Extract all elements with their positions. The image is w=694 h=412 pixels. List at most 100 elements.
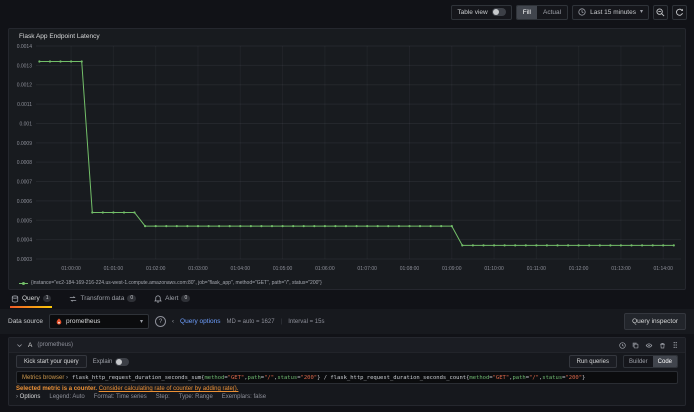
explain-label: Explain [92, 358, 113, 365]
svg-text:01:11:00: 01:11:00 [527, 266, 546, 272]
svg-text:0.0009: 0.0009 [17, 141, 33, 147]
options-label: Options [19, 394, 41, 400]
svg-text:01:10:00: 01:10:00 [484, 266, 504, 272]
tab-alert[interactable]: Alert 0 [153, 292, 191, 308]
option-exemplars: Exemplars: false [221, 394, 267, 400]
caret-down-icon: ▾ [639, 9, 643, 15]
table-view-toggle[interactable] [491, 8, 506, 16]
clock-icon [578, 8, 586, 16]
svg-text:01:03:00: 01:03:00 [188, 266, 208, 272]
svg-text:01:08:00: 01:08:00 [400, 266, 420, 272]
latency-panel: Flask App Endpoint Latency 0.0014 0.0013 0… [8, 28, 686, 290]
max-data-points-summary: MD = auto = 1627 [226, 318, 275, 325]
refresh-button[interactable] [672, 4, 687, 20]
svg-text:0.0003: 0.0003 [17, 257, 33, 263]
help-icon[interactable]: ? [155, 316, 167, 327]
query-expression-field[interactable]: Metrics browser › flask_http_request_dur… [16, 371, 678, 384]
query-options-toggle[interactable]: Query options [180, 318, 220, 325]
promql-expression[interactable]: flask_http_request_duration_seconds_sum{… [72, 375, 585, 381]
series-swatch [19, 281, 28, 285]
table-view-label: Table view [457, 8, 488, 16]
svg-text:0.0013: 0.0013 [17, 63, 33, 69]
chevron-down-icon[interactable] [16, 342, 23, 349]
warning-hint-link[interactable]: Consider calculating rate of counter by … [99, 386, 239, 392]
query-history-icon[interactable] [619, 341, 626, 349]
query-ref-id: A [28, 341, 33, 349]
chevron-left-icon: ‹ [172, 318, 175, 325]
svg-text:01:07:00: 01:07:00 [357, 266, 377, 272]
remove-query-trash-icon[interactable] [659, 342, 666, 349]
query-editor-card: A (prometheus) Kick start your query Exp… [8, 337, 686, 406]
chevron-right-icon: › [16, 394, 18, 400]
fill-button[interactable]: Fill [516, 5, 538, 19]
zoom-out-button[interactable] [653, 4, 668, 20]
run-queries-button[interactable]: Run queries [568, 355, 617, 368]
builder-code-segmented: Builder Code [622, 355, 678, 368]
hide-response-eye-icon[interactable] [645, 342, 653, 349]
datasource-select[interactable]: prometheus ▾ [49, 314, 150, 329]
tab-query[interactable]: Query 1 [10, 292, 53, 308]
tab-query-label: Query [22, 295, 40, 302]
time-range-picker[interactable]: Last 15 minutes ▾ [572, 4, 649, 20]
drag-handle-icon[interactable] [672, 341, 678, 349]
explain-toggle[interactable] [115, 357, 130, 366]
option-format: Format: Time series [93, 394, 147, 400]
option-legend: Legend: Auto [49, 394, 85, 400]
prometheus-flame-icon [55, 317, 63, 326]
builder-button[interactable]: Builder [624, 356, 653, 367]
svg-text:0.0007: 0.0007 [17, 180, 33, 186]
kick-start-query-button[interactable]: Kick start your query [16, 355, 87, 368]
svg-text:01:04:00: 01:04:00 [231, 266, 251, 272]
query-inspector-button[interactable]: Query inspector [624, 313, 686, 330]
query-tab-icon [11, 295, 19, 303]
tab-alert-label: Alert [165, 295, 179, 302]
divider: | [280, 318, 283, 325]
warning-text: Selected metric is a counter. [16, 386, 98, 392]
code-button[interactable]: Code [652, 356, 677, 367]
tab-transform-label: Transform data [80, 295, 125, 302]
metrics-browser-toggle[interactable]: Metrics browser › [22, 375, 68, 381]
tab-alert-badge: 0 [181, 295, 191, 302]
table-view-control[interactable]: Table view [451, 4, 512, 20]
chart-legend[interactable]: {instance="ec2-184-169-216-224.us-west-1… [19, 280, 322, 286]
svg-text:0.0006: 0.0006 [17, 199, 33, 205]
panel-title: Flask App Endpoint Latency [19, 33, 100, 40]
latency-chart[interactable]: 0.0014 0.0013 0.0012 0.0011 0.001 0.0009 0.000… [9, 29, 685, 289]
svg-text:01:02:00: 01:02:00 [146, 266, 166, 272]
svg-text:01:06:00: 01:06:00 [315, 266, 335, 272]
time-range-label: Last 15 minutes [590, 8, 636, 16]
svg-text:01:12:00: 01:12:00 [569, 266, 589, 272]
explain-control: Explain [92, 357, 130, 366]
svg-text:0.001: 0.001 [19, 121, 32, 127]
svg-text:01:09:00: 01:09:00 [442, 266, 462, 272]
svg-text:0.0012: 0.0012 [17, 83, 33, 89]
tab-transform-data[interactable]: Transform data 0 [68, 292, 137, 308]
fill-actual-segmented: Fill Actual [515, 4, 569, 20]
transform-tab-icon [69, 295, 77, 303]
query-options-footer[interactable]: › Options Legend: Auto Format: Time seri… [16, 394, 678, 400]
svg-text:0.0004: 0.0004 [17, 238, 33, 244]
query-row-header[interactable]: A (prometheus) [9, 338, 685, 353]
duplicate-query-icon[interactable] [632, 342, 639, 349]
series-label: {instance="ec2-184-169-216-224.us-west-1… [31, 280, 322, 286]
interval-summary: Interval = 15s [288, 318, 325, 325]
svg-text:01:00:00: 01:00:00 [61, 266, 81, 272]
option-step: Step: [155, 394, 170, 400]
svg-text:0.0011: 0.0011 [17, 102, 32, 108]
svg-text:0.0005: 0.0005 [17, 218, 33, 224]
editor-tabs: Query 1 Transform data 0 Alert 0 [10, 292, 191, 308]
alert-bell-icon [154, 294, 162, 303]
svg-text:01:13:00: 01:13:00 [611, 266, 631, 272]
query-row-actions [619, 341, 678, 349]
chevron-right-icon: › [66, 374, 69, 381]
tab-query-badge: 1 [42, 295, 52, 302]
datasource-label: Data source [8, 318, 44, 325]
actual-button[interactable]: Actual [537, 6, 567, 19]
svg-text:0.0008: 0.0008 [17, 160, 33, 166]
svg-text:0.0014: 0.0014 [17, 44, 33, 50]
refresh-icon [675, 8, 684, 17]
datasource-value: prometheus [66, 318, 101, 325]
datasource-row: Data source prometheus ▾ ? ‹ Query optio… [0, 309, 694, 334]
panel-editor-toolbar: Table view Fill Actual Last 15 minutes ▾ [0, 0, 694, 24]
tab-transform-badge: 0 [127, 295, 137, 302]
